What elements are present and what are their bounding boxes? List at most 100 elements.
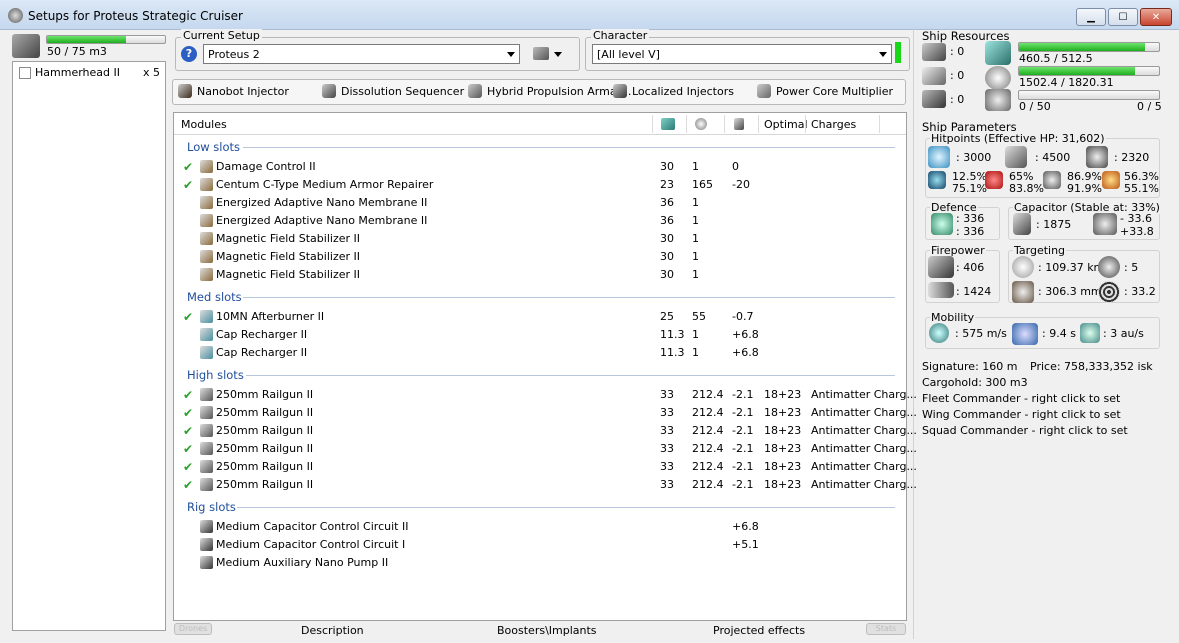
mobility-align: : 9.4 s [1042, 327, 1076, 340]
defence-value-a: : 336 [956, 212, 985, 225]
active-check-icon[interactable]: ✔ [183, 310, 193, 324]
shield-resist-b: 75.1% [952, 182, 987, 195]
scan-resolution: : 306.3 mm [1038, 285, 1102, 298]
drone-item[interactable]: Hammerhead II x 5 [17, 65, 165, 81]
maximize-button[interactable]: ☐ [1108, 8, 1138, 26]
tab-projected-effects[interactable]: Projected effects [713, 624, 805, 637]
optimal-column-header[interactable]: Optimal [764, 118, 808, 131]
chevron-down-icon [879, 52, 887, 57]
active-check-icon[interactable]: ✔ [183, 442, 193, 456]
ship-dropdown-icon[interactable] [533, 46, 563, 62]
module-charges[interactable]: Antimatter Charg... [811, 460, 917, 473]
active-check-icon[interactable]: ✔ [183, 178, 193, 192]
module-row[interactable]: ✔ 250mm Railgun II 33 212.4 -2.1 18+23 Antimat… [176, 458, 917, 476]
module-charges[interactable]: Antimatter Charg... [811, 388, 917, 401]
close-button[interactable]: ✕ [1140, 8, 1172, 26]
targeting-range: : 109.37 km [1038, 261, 1105, 274]
modules-column-header[interactable]: Modules [181, 118, 227, 131]
drone-checkbox[interactable] [19, 67, 31, 79]
module-optimal: 18+23 [764, 406, 802, 419]
cpu-column-icon[interactable] [661, 118, 675, 130]
module-row[interactable]: Medium Auxiliary Nano Pump II [176, 554, 896, 572]
shield-hp: : 3000 [956, 151, 992, 164]
module-row[interactable]: ✔ 250mm Railgun II 33 212.4 -2.1 18+23 Antimat… [176, 422, 917, 440]
module-icon [200, 556, 213, 569]
active-check-icon[interactable]: ✔ [183, 406, 193, 420]
module-charges[interactable]: Antimatter Charg... [811, 424, 917, 437]
drones-tab-button[interactable]: Drones [174, 623, 212, 635]
module-row[interactable]: ✔ Centum C-Type Medium Armor Repairer 23 16… [176, 176, 896, 194]
stats-tab-button[interactable]: Stats [866, 623, 906, 635]
module-powergrid: 1 [692, 346, 699, 359]
module-capacitor: -2.1 [732, 406, 754, 419]
firepower-dps: : 406 [956, 261, 985, 274]
drone-control-icon [922, 90, 946, 108]
character-select[interactable]: [All level V] [592, 44, 892, 64]
hull-hp: : 2320 [1114, 151, 1150, 164]
module-row[interactable]: Magnetic Field Stabilizer II 30 1 [176, 230, 896, 248]
module-charges[interactable]: Antimatter Charg... [811, 406, 917, 419]
active-check-icon[interactable]: ✔ [183, 478, 193, 492]
drones-active: 0 / 5 [1137, 100, 1162, 113]
repair-icon [931, 213, 953, 235]
module-row[interactable]: Medium Capacitor Control Circuit II +6.8 [176, 518, 896, 536]
module-charges[interactable]: Antimatter Charg... [811, 442, 917, 455]
squad-commander[interactable]: Squad Commander - right click to set [922, 424, 1128, 437]
module-row[interactable]: Magnetic Field Stabilizer II 30 1 [176, 248, 896, 266]
tab-boosters-implants[interactable]: Boosters\Implants [497, 624, 597, 637]
subsystem-icon [468, 84, 482, 98]
subsystem-1[interactable]: Dissolution Sequencer [322, 83, 464, 101]
module-row[interactable]: Cap Recharger II 11.3 1 +6.8 [176, 344, 896, 362]
active-check-icon[interactable]: ✔ [183, 424, 193, 438]
module-row[interactable]: Medium Capacitor Control Circuit I +5.1 [176, 536, 896, 554]
module-row[interactable]: Magnetic Field Stabilizer II 30 1 [176, 266, 896, 284]
app-icon [8, 8, 23, 23]
active-check-icon[interactable]: ✔ [183, 388, 193, 402]
module-row[interactable]: ✔ 250mm Railgun II 33 212.4 -2.1 18+23 Antimat… [176, 476, 917, 494]
help-icon[interactable]: ? [181, 46, 197, 62]
fleet-commander[interactable]: Fleet Commander - right click to set [922, 392, 1120, 405]
module-optimal: 18+23 [764, 388, 802, 401]
module-powergrid: 212.4 [692, 442, 724, 455]
module-icon [200, 538, 213, 551]
subsystem-2[interactable]: Hybrid Propulsion Armat... [468, 83, 631, 101]
tab-description[interactable]: Description [301, 624, 364, 637]
module-name: Damage Control II [216, 160, 316, 173]
module-row[interactable]: Energized Adaptive Nano Membrane II 36 1 [176, 212, 896, 230]
drone-list[interactable]: Hammerhead II x 5 [12, 61, 166, 631]
module-row[interactable]: Energized Adaptive Nano Membrane II 36 1 [176, 194, 896, 212]
minimize-button[interactable]: ▁ [1076, 8, 1106, 26]
module-row[interactable]: ✔ Damage Control II 30 1 0 [176, 158, 896, 176]
signature: Signature: 160 m [922, 360, 1018, 373]
subsystem-3[interactable]: Localized Injectors [613, 83, 753, 101]
powergrid-column-icon[interactable] [695, 118, 707, 130]
module-charges[interactable]: Antimatter Charg... [811, 478, 917, 491]
powergrid-usage: 1502.4 / 1820.31 [1019, 76, 1114, 89]
turret-hardpoints-icon [922, 43, 946, 61]
armor-resist2-b: 91.9% [1067, 182, 1102, 195]
subsystem-icon [613, 84, 627, 98]
module-row[interactable]: ✔ 10MN Afterburner II 25 55 -0.7 [176, 308, 896, 326]
charges-column-header[interactable]: Charges [811, 118, 856, 131]
character-label: Character [591, 29, 650, 42]
active-check-icon[interactable]: ✔ [183, 160, 193, 174]
wing-commander[interactable]: Wing Commander - right click to set [922, 408, 1121, 421]
module-optimal: 18+23 [764, 424, 802, 437]
module-icon [200, 250, 213, 263]
subsystem-label: Nanobot Injector [197, 85, 289, 98]
drone-bay-capacity: 50 / 75 m3 [47, 45, 107, 58]
section-rig-slots: Rig slots [187, 500, 236, 514]
module-row[interactable]: ✔ 250mm Railgun II 33 212.4 -2.1 18+23 Antimat… [176, 404, 917, 422]
subsystem-4[interactable]: Power Core Multiplier [757, 83, 897, 101]
setup-select[interactable]: Proteus 2 [203, 44, 520, 64]
drone-control: : 0 [950, 93, 965, 106]
module-row[interactable]: ✔ 250mm Railgun II 33 212.4 -2.1 18+23 Antimat… [176, 386, 917, 404]
align-time-icon [1012, 323, 1038, 345]
active-check-icon[interactable]: ✔ [183, 460, 193, 474]
capacitor-column-icon[interactable] [734, 118, 744, 130]
module-row[interactable]: ✔ 250mm Railgun II 33 212.4 -2.1 18+23 Antimat… [176, 440, 917, 458]
hitpoints-title: Hitpoints (Effective HP: 31,602) [930, 132, 1106, 145]
module-row[interactable]: Cap Recharger II 11.3 1 +6.8 [176, 326, 896, 344]
mobility-speed: : 575 m/s [955, 327, 1007, 340]
subsystem-0[interactable]: Nanobot Injector [178, 83, 318, 101]
